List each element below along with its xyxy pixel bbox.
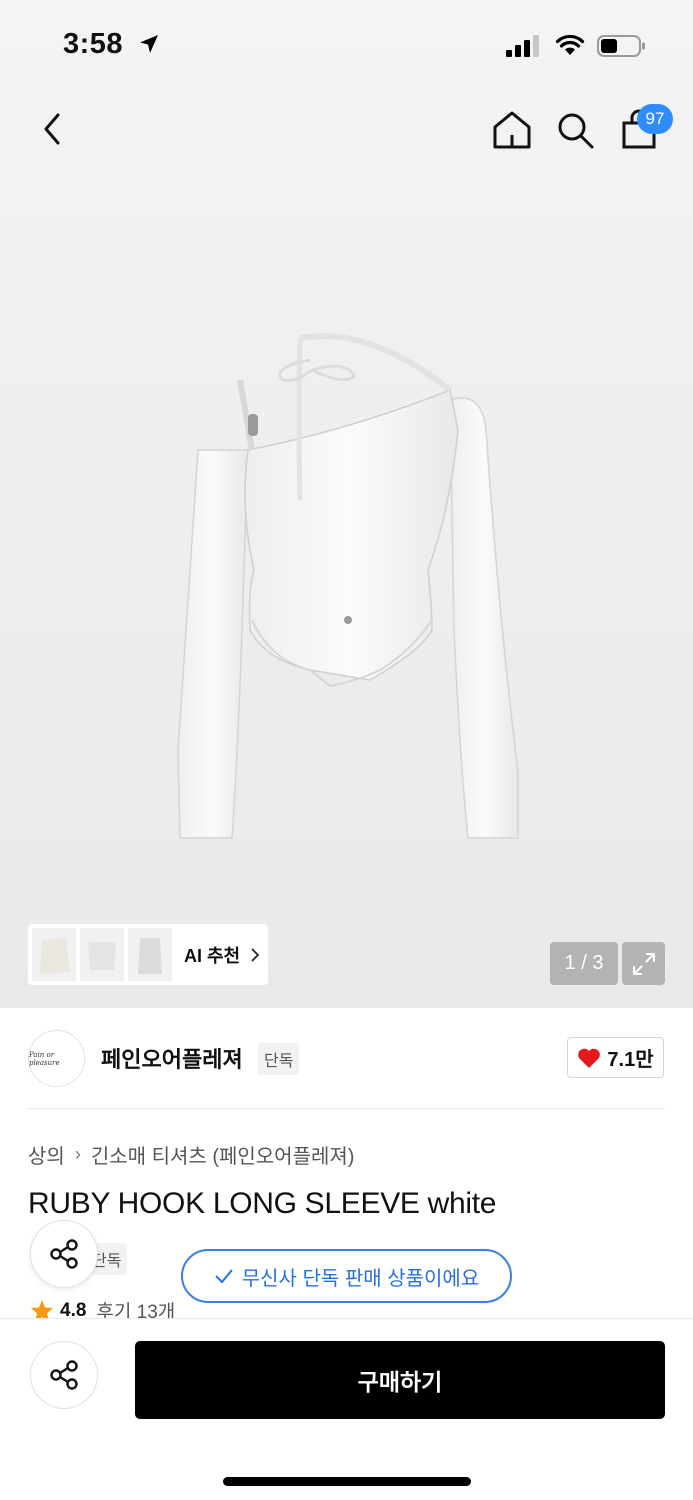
product-photo[interactable] xyxy=(170,330,530,850)
breadcrumb: 상의 › 긴소매 티셔츠 (페인오어플레져) xyxy=(28,1140,354,1169)
search-icon[interactable] xyxy=(552,107,598,153)
expand-icon xyxy=(632,952,655,975)
cart-count-badge: 97 xyxy=(637,104,673,134)
signal-icon xyxy=(506,35,539,57)
share-icon xyxy=(50,1239,78,1269)
home-indicator xyxy=(223,1477,471,1486)
divider xyxy=(28,1108,665,1109)
expand-button[interactable] xyxy=(622,942,665,985)
buy-button[interactable]: 구매하기 xyxy=(135,1341,665,1419)
chevron-right-icon: › xyxy=(74,1144,81,1164)
check-icon xyxy=(215,1269,233,1284)
ai-thumbnail xyxy=(32,928,76,981)
brand-name[interactable]: 페인오어플레져 xyxy=(101,1042,243,1074)
breadcrumb-subcategory[interactable]: 긴소매 티셔츠 (페인오어플레져) xyxy=(91,1140,355,1169)
like-count: 7.1만 xyxy=(607,1049,654,1071)
exclusive-notice-text: 무신사 단독 판매 상품이에요 xyxy=(241,1267,480,1290)
ai-recommend-button[interactable]: AI 추천 xyxy=(28,924,268,985)
back-icon xyxy=(44,113,60,145)
ai-recommend-label: AI 추천 xyxy=(184,945,241,966)
exclusive-notice: 무신사 단독 판매 상품이에요 xyxy=(181,1249,512,1303)
share-button-bottom[interactable] xyxy=(30,1341,98,1409)
like-button[interactable]: 7.1만 xyxy=(567,1037,664,1078)
wifi-icon xyxy=(555,34,585,55)
status-bar: 3:58 xyxy=(0,0,693,90)
home-icon[interactable] xyxy=(489,107,535,153)
product-title: RUBY HOOK LONG SLEEVE white xyxy=(28,1187,497,1220)
image-counter: 1 / 3 xyxy=(550,942,618,985)
ai-thumbnail xyxy=(128,928,172,981)
brand-logo-text: Pain or pleasure xyxy=(29,1050,60,1067)
status-time: 3:58 xyxy=(63,28,124,60)
battery-icon xyxy=(597,35,645,57)
share-button[interactable] xyxy=(30,1220,98,1288)
location-arrow-icon xyxy=(140,35,158,53)
product-gallery[interactable]: 3:58 97 AI 추천 1 / 3 xyxy=(0,0,693,1008)
chevron-right-icon xyxy=(251,947,260,962)
bottom-bar: 구매하기 xyxy=(0,1318,693,1500)
top-nav xyxy=(0,95,693,165)
breadcrumb-category[interactable]: 상의 xyxy=(28,1140,65,1169)
ai-thumbnail xyxy=(80,928,124,981)
heart-icon xyxy=(578,1048,601,1068)
back-button[interactable] xyxy=(30,107,74,151)
brand-exclusive-tag: 단독 xyxy=(258,1043,300,1075)
brand-logo[interactable]: Pain or pleasure xyxy=(28,1030,85,1087)
share-icon xyxy=(50,1360,78,1390)
